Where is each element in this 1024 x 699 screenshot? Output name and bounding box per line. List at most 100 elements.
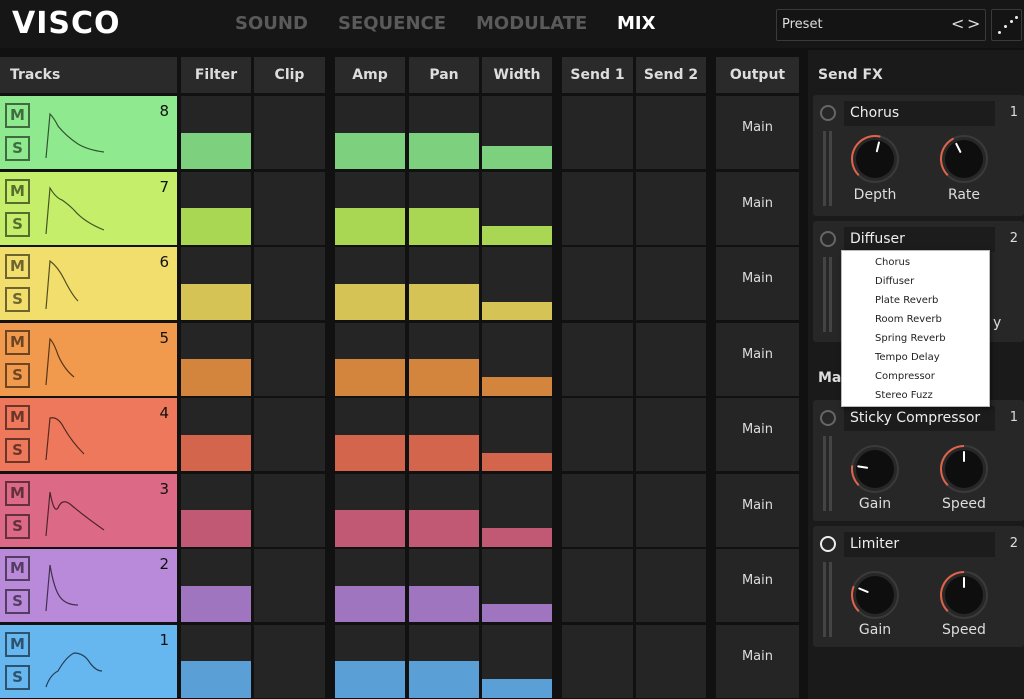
send1-cell[interactable] xyxy=(562,549,633,622)
preset-next-button[interactable]: > xyxy=(967,14,980,33)
send1-cell[interactable] xyxy=(562,624,633,698)
dropdown-item-diffuser[interactable]: Diffuser xyxy=(875,276,914,287)
mute-button[interactable]: M xyxy=(5,254,30,279)
track-7[interactable]: MS 7 xyxy=(0,171,177,245)
output-selector[interactable]: Main xyxy=(716,398,799,471)
amp-cell[interactable] xyxy=(335,549,405,622)
mute-button[interactable]: M xyxy=(5,631,30,657)
clip-cell[interactable] xyxy=(254,549,325,622)
pan-cell[interactable] xyxy=(409,322,479,396)
output-selector[interactable]: Main xyxy=(716,96,799,169)
power-icon[interactable] xyxy=(820,536,836,552)
filter-cell[interactable] xyxy=(181,247,251,320)
width-cell[interactable] xyxy=(482,96,552,169)
pan-cell[interactable] xyxy=(409,171,479,245)
mute-button[interactable]: M xyxy=(5,329,30,355)
solo-button[interactable]: S xyxy=(5,664,30,690)
output-selector[interactable]: Main xyxy=(716,322,799,396)
width-cell[interactable] xyxy=(482,322,552,396)
pan-cell[interactable] xyxy=(409,473,479,547)
amp-cell[interactable] xyxy=(335,398,405,471)
track-3[interactable]: MS 3 xyxy=(0,473,177,547)
send1-cell[interactable] xyxy=(562,473,633,547)
dropdown-item-room-reverb[interactable]: Room Reverb xyxy=(875,314,942,325)
send2-cell[interactable] xyxy=(636,171,706,245)
clip-cell[interactable] xyxy=(254,322,325,396)
filter-cell[interactable] xyxy=(181,96,251,169)
filter-cell[interactable] xyxy=(181,624,251,698)
amp-cell[interactable] xyxy=(335,96,405,169)
send1-cell[interactable] xyxy=(562,247,633,320)
send2-cell[interactable] xyxy=(636,549,706,622)
filter-cell[interactable] xyxy=(181,171,251,245)
track-8[interactable]: MS 8 xyxy=(0,96,177,169)
mute-button[interactable]: M xyxy=(5,480,30,506)
mute-button[interactable]: M xyxy=(5,556,30,581)
send1-cell[interactable] xyxy=(562,171,633,245)
dropdown-item-compressor[interactable]: Compressor xyxy=(875,371,935,382)
mute-button[interactable]: M xyxy=(5,405,30,430)
send2-cell[interactable] xyxy=(636,473,706,547)
send2-cell[interactable] xyxy=(636,96,706,169)
filter-cell[interactable] xyxy=(181,473,251,547)
send1-cell[interactable] xyxy=(562,322,633,396)
power-icon[interactable] xyxy=(820,231,836,247)
solo-button[interactable]: S xyxy=(5,287,30,312)
output-selector[interactable]: Main xyxy=(716,171,799,245)
preset-selector[interactable]: Preset < > xyxy=(776,9,986,41)
send1-cell[interactable] xyxy=(562,96,633,169)
tab-sound[interactable]: SOUND xyxy=(235,13,308,34)
clip-cell[interactable] xyxy=(254,398,325,471)
send2-cell[interactable] xyxy=(636,398,706,471)
width-cell[interactable] xyxy=(482,398,552,471)
dropdown-item-spring-reverb[interactable]: Spring Reverb xyxy=(875,333,946,344)
filter-cell[interactable] xyxy=(181,549,251,622)
solo-button[interactable]: S xyxy=(5,438,30,463)
dropdown-item-tempo-delay[interactable]: Tempo Delay xyxy=(875,352,940,363)
track-2[interactable]: MS 2 xyxy=(0,549,177,622)
clip-cell[interactable] xyxy=(254,96,325,169)
dropdown-item-plate-reverb[interactable]: Plate Reverb xyxy=(875,295,938,306)
speed-knob[interactable] xyxy=(938,569,990,621)
send2-cell[interactable] xyxy=(636,624,706,698)
pan-cell[interactable] xyxy=(409,247,479,320)
tab-modulate[interactable]: MODULATE xyxy=(476,13,587,34)
track-4[interactable]: MS 4 xyxy=(0,398,177,471)
send1-cell[interactable] xyxy=(562,398,633,471)
width-cell[interactable] xyxy=(482,247,552,320)
fx-type-dropdown[interactable]: Chorus Diffuser Plate Reverb Room Reverb… xyxy=(841,250,990,407)
clip-cell[interactable] xyxy=(254,171,325,245)
filter-cell[interactable] xyxy=(181,398,251,471)
track-6[interactable]: MS 6 xyxy=(0,247,177,320)
output-selector[interactable]: Main xyxy=(716,247,799,320)
fx-name-selector[interactable]: Diffuser xyxy=(844,227,995,252)
clip-cell[interactable] xyxy=(254,624,325,698)
mute-button[interactable]: M xyxy=(5,178,30,204)
dropdown-item-stereo-fuzz[interactable]: Stereo Fuzz xyxy=(875,390,933,401)
speed-knob[interactable] xyxy=(938,443,990,495)
output-selector[interactable]: Main xyxy=(716,624,799,698)
fx-name-selector[interactable]: Limiter xyxy=(844,532,995,557)
gain-knob[interactable] xyxy=(849,569,901,621)
amp-cell[interactable] xyxy=(335,473,405,547)
track-5[interactable]: MS 5 xyxy=(0,322,177,396)
clip-cell[interactable] xyxy=(254,473,325,547)
clip-cell[interactable] xyxy=(254,247,325,320)
dropdown-item-chorus[interactable]: Chorus xyxy=(875,257,910,268)
amp-cell[interactable] xyxy=(335,171,405,245)
output-selector[interactable]: Main xyxy=(716,549,799,622)
track-1[interactable]: MS 1 xyxy=(0,624,177,698)
output-selector[interactable]: Main xyxy=(716,473,799,547)
tab-sequence[interactable]: SEQUENCE xyxy=(338,13,446,34)
solo-button[interactable]: S xyxy=(5,136,30,161)
depth-knob[interactable] xyxy=(849,133,901,185)
pan-cell[interactable] xyxy=(409,549,479,622)
width-cell[interactable] xyxy=(482,473,552,547)
mute-button[interactable]: M xyxy=(5,103,30,128)
amp-cell[interactable] xyxy=(335,624,405,698)
tab-mix[interactable]: MIX xyxy=(617,13,656,34)
solo-button[interactable]: S xyxy=(5,513,30,539)
amp-cell[interactable] xyxy=(335,322,405,396)
power-icon[interactable] xyxy=(820,105,836,121)
amp-cell[interactable] xyxy=(335,247,405,320)
